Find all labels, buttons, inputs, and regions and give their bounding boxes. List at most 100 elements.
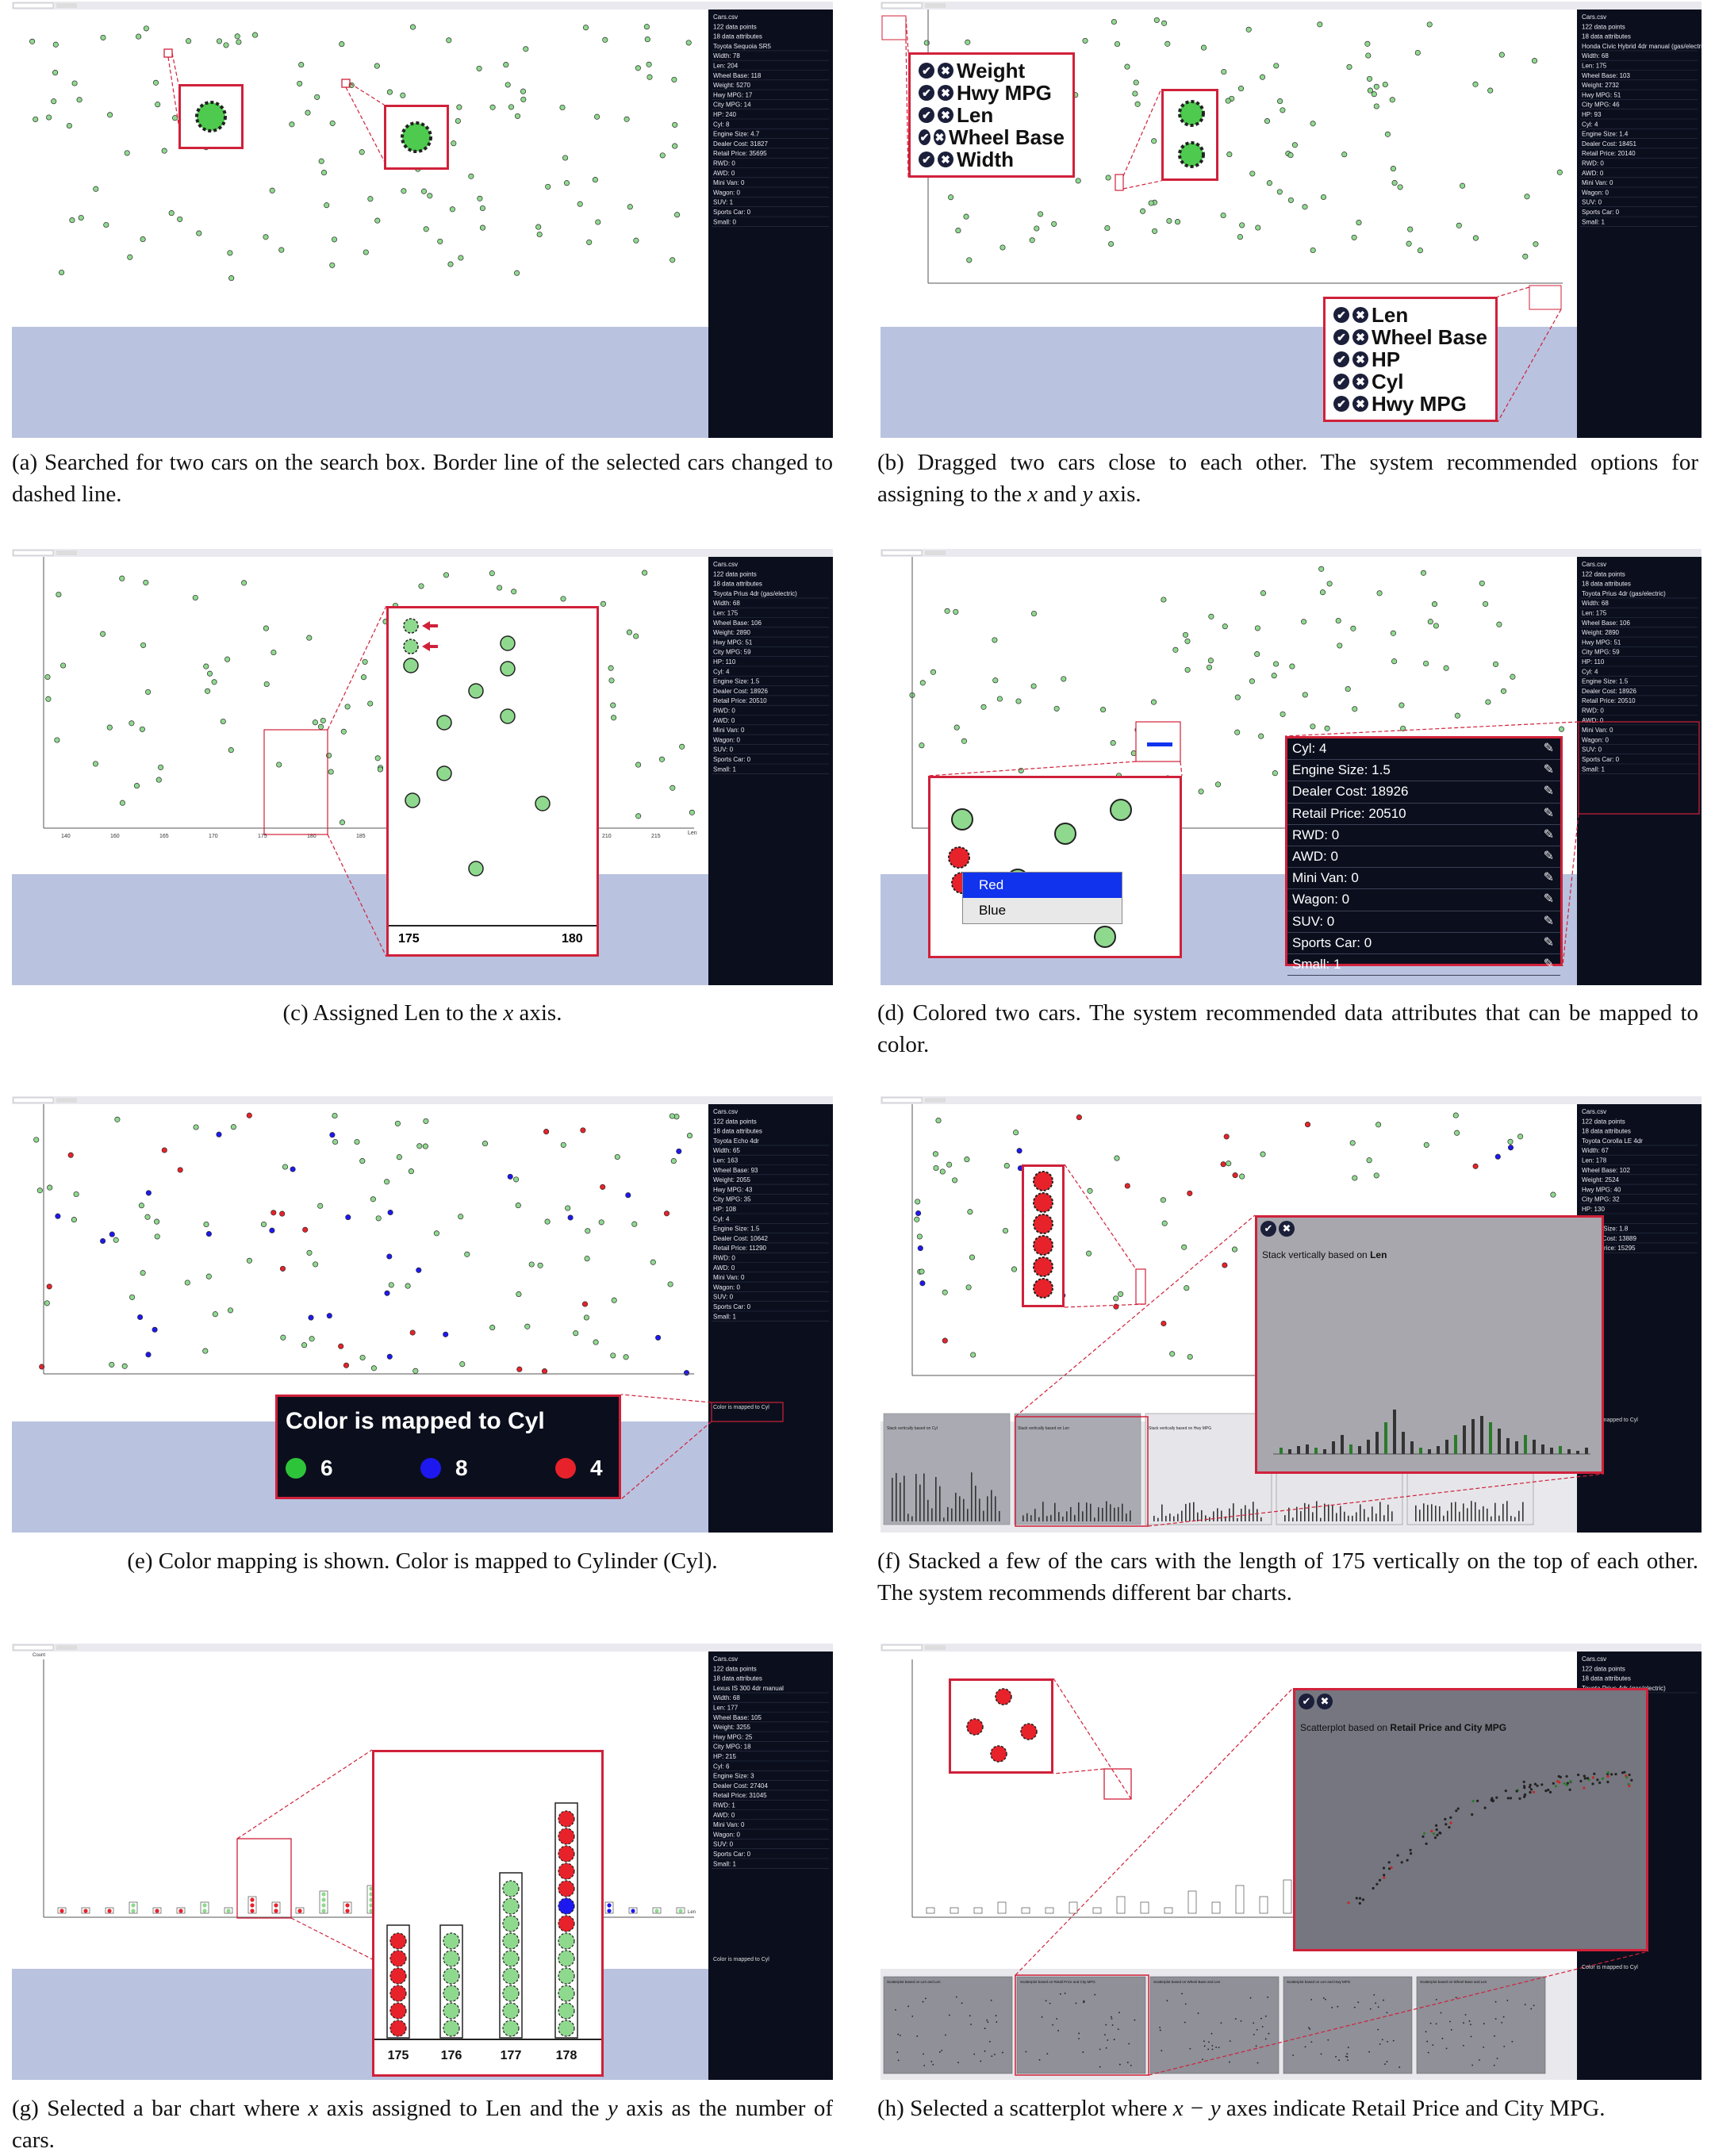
- car-dot: [1472, 235, 1479, 241]
- rec-point: [1583, 1786, 1586, 1790]
- attr-row[interactable]: Engine Size: 1.5 ✎: [1287, 760, 1560, 782]
- stacked-car: [1033, 1235, 1053, 1256]
- brush-icon[interactable]: ✎: [1544, 846, 1554, 867]
- car-dot: [992, 677, 999, 684]
- sidebar-row: Mini Van: 0: [713, 179, 745, 186]
- car-dot: [1259, 74, 1266, 80]
- brush-icon[interactable]: ✎: [1544, 825, 1554, 846]
- sidebar-row: AWD: 0: [713, 1264, 735, 1272]
- reject-icon[interactable]: ✖: [938, 85, 953, 101]
- opt-top-3[interactable]: ✔ ✖ Wheel Base: [919, 125, 1065, 149]
- opt-bottom-1[interactable]: ✔ ✖ Wheel Base: [1333, 325, 1487, 349]
- car-dot: [420, 188, 428, 194]
- brush-icon[interactable]: ✎: [1544, 781, 1554, 802]
- reject-icon[interactable]: ✖: [1352, 351, 1368, 367]
- brush-icon[interactable]: ✎: [1544, 760, 1554, 781]
- attr-row[interactable]: SUV: 0 ✎: [1287, 911, 1560, 933]
- car-dot: [1105, 175, 1111, 181]
- accept-icon[interactable]: ✔: [919, 152, 934, 167]
- accept-icon[interactable]: ✔: [1333, 396, 1349, 412]
- brush-icon[interactable]: ✎: [1544, 954, 1554, 975]
- attr-row[interactable]: Dealer Cost: 18926 ✎: [1287, 781, 1560, 804]
- thumb-dot: [991, 2055, 993, 2058]
- brush-icon[interactable]: ✎: [1544, 933, 1554, 953]
- car-dot: [359, 1354, 366, 1361]
- color-menu[interactable]: Red Blue: [962, 872, 1122, 924]
- bar: [1283, 1879, 1292, 1914]
- attr-row[interactable]: Retail Price: 20510 ✎: [1287, 804, 1560, 825]
- reject-icon[interactable]: ✖: [938, 63, 953, 79]
- menu-item-blue[interactable]: Blue: [963, 898, 1122, 923]
- car-dot: [923, 40, 930, 46]
- accept-icon[interactable]: ✔: [1333, 351, 1349, 367]
- thumb-dot: [955, 1996, 957, 1998]
- accept-icon[interactable]: ✔: [1333, 307, 1349, 323]
- thumb-bar: [1372, 1506, 1373, 1521]
- menu-item-red[interactable]: Red: [963, 873, 1122, 898]
- accept-icon[interactable]: ✔: [919, 63, 934, 79]
- brush-icon[interactable]: ✎: [1544, 911, 1554, 932]
- rec-bar: [1367, 1440, 1370, 1454]
- car-dot: [269, 1227, 275, 1233]
- car-dot: [44, 673, 51, 681]
- thumb-dot: [1533, 2004, 1535, 2007]
- brush-icon[interactable]: ✎: [1544, 804, 1554, 824]
- car-dot: [158, 764, 164, 770]
- accept-icon[interactable]: ✔: [919, 129, 931, 145]
- brush-icon[interactable]: ✎: [1544, 738, 1554, 759]
- opt-top-4[interactable]: ✔ ✖ Width: [919, 148, 1065, 171]
- sidebar-row: City MPG: 46: [1582, 102, 1620, 109]
- thumb-dot: [1049, 2002, 1051, 2004]
- opt-top-1[interactable]: ✔ ✖ Hwy MPG: [919, 81, 1065, 105]
- opt-bottom-4[interactable]: ✔ ✖ Hwy MPG: [1333, 392, 1487, 416]
- car-dot: [313, 1261, 319, 1268]
- opt-bottom-3[interactable]: ✔ ✖ Cyl: [1333, 370, 1487, 393]
- car-dot: [1054, 823, 1076, 845]
- car-dot: [308, 1314, 314, 1321]
- reject-icon[interactable]: ✖: [1352, 307, 1368, 323]
- car-dot: [374, 755, 381, 762]
- car-dot: [625, 1192, 631, 1199]
- attr-row[interactable]: Sports Car: 0 ✎: [1287, 933, 1560, 954]
- accept-icon[interactable]: ✔: [1333, 374, 1349, 389]
- opt-top-0[interactable]: ✔ ✖ Weight: [919, 59, 1065, 82]
- reject-icon[interactable]: ✖: [938, 107, 953, 123]
- attr-row[interactable]: RWD: 0 ✎: [1287, 825, 1560, 846]
- thumb-dot: [1261, 2026, 1264, 2027]
- attr-row[interactable]: Mini Van: 0 ✎: [1287, 868, 1560, 890]
- attr-row[interactable]: Small: 1 ✎: [1287, 954, 1560, 976]
- rec-point: [1506, 1797, 1510, 1800]
- search-input: [881, 2, 923, 9]
- bar-dot: [607, 1903, 612, 1908]
- car-dot: [359, 1158, 366, 1164]
- reject-icon[interactable]: ✖: [1352, 329, 1368, 345]
- brush-icon[interactable]: ✎: [1544, 868, 1554, 888]
- car-dot: [679, 743, 685, 750]
- accept-icon[interactable]: ✔: [1333, 329, 1349, 345]
- reject-icon[interactable]: ✖: [1352, 374, 1368, 389]
- search-clear-button: [56, 3, 77, 8]
- accept-icon[interactable]: ✔: [919, 107, 934, 123]
- reject-icon[interactable]: ✖: [938, 152, 953, 167]
- sidebar-row: Small: 1: [713, 1860, 736, 1867]
- accept-icon[interactable]: ✔: [919, 85, 934, 101]
- car-dot: [1266, 180, 1272, 186]
- thumb-dot: [1203, 2040, 1205, 2043]
- attr-row[interactable]: Cyl: 4 ✎: [1287, 738, 1560, 761]
- opt-bottom-2[interactable]: ✔ ✖ HP: [1333, 347, 1487, 371]
- thumb-dot: [1468, 2020, 1471, 2022]
- car-dot: [919, 1280, 926, 1287]
- brush-icon[interactable]: ✎: [1544, 889, 1554, 910]
- thumb-dot: [970, 2024, 972, 2025]
- attr-row[interactable]: Wagon: 0 ✎: [1287, 889, 1560, 911]
- car-dot: [535, 796, 551, 811]
- attr-row[interactable]: AWD: 0 ✎: [1287, 846, 1560, 869]
- rec-point: [1435, 1828, 1438, 1832]
- opt-bottom-0[interactable]: ✔ ✖ Len: [1333, 303, 1487, 327]
- reject-icon[interactable]: ✖: [1352, 396, 1368, 412]
- thumb-dot: [1398, 2066, 1401, 2068]
- reject-icon[interactable]: ✖: [934, 129, 946, 145]
- sidebar-row: Retail Price: 35695: [713, 150, 767, 157]
- car-dot: [611, 1297, 617, 1303]
- opt-top-2[interactable]: ✔ ✖ Len: [919, 103, 1065, 127]
